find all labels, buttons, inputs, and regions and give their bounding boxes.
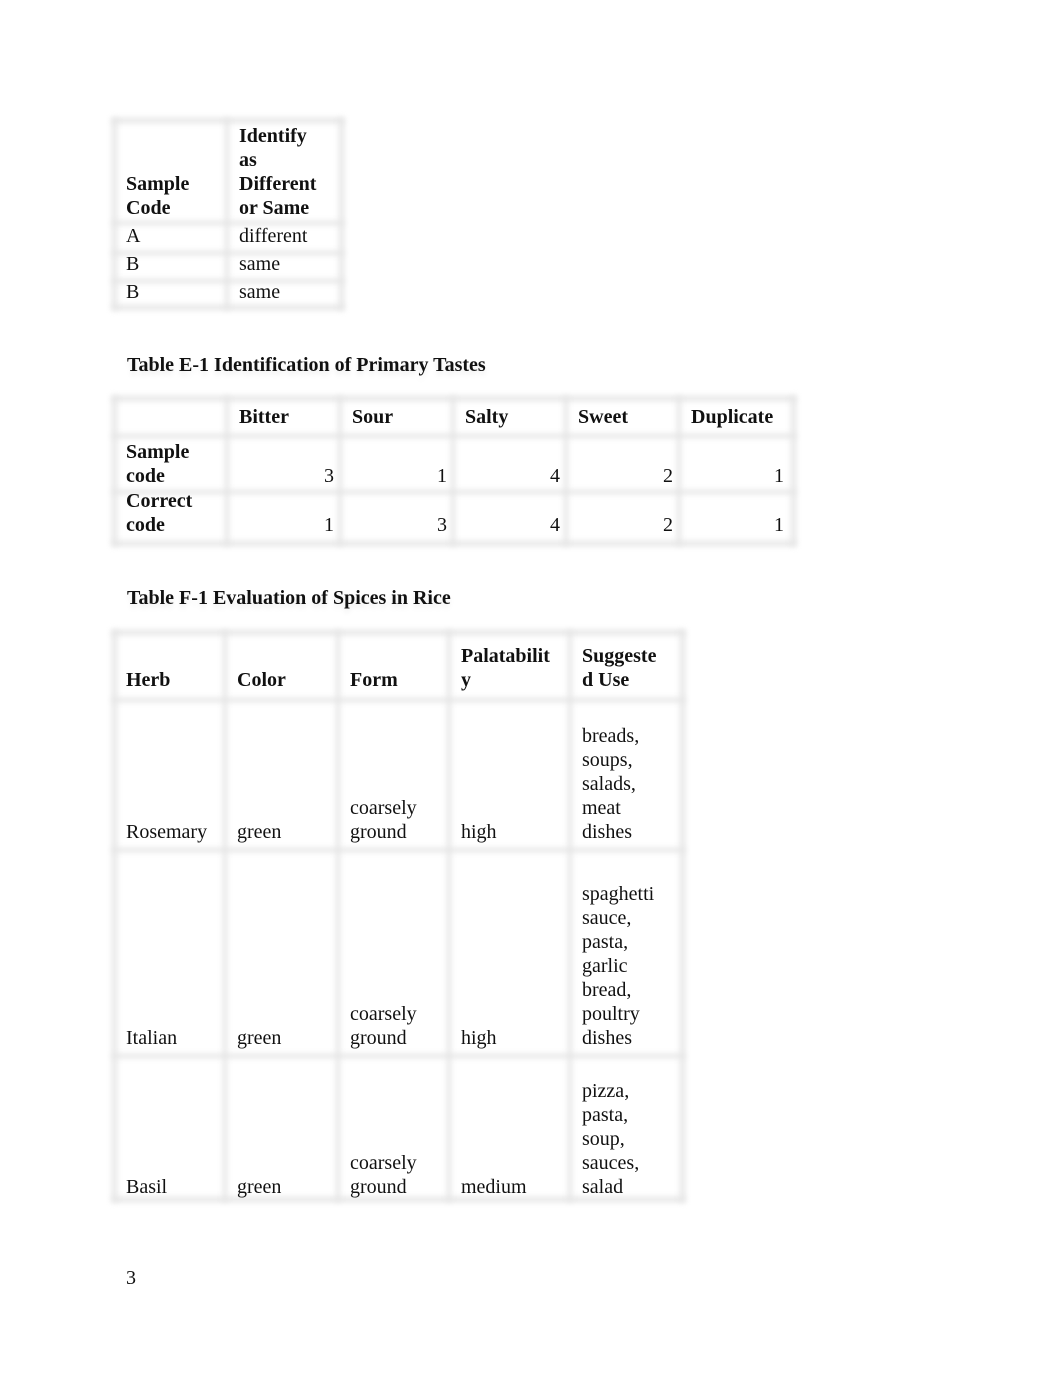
sour-value: 1 [437, 465, 447, 487]
sour-value: 3 [437, 514, 447, 536]
table-f-title: Table F-1 Evaluation of Spices in Rice [127, 587, 451, 609]
table-row: Sample code 3 1 4 2 1 [126, 440, 786, 488]
sweet-value: 2 [663, 465, 673, 487]
use-line: bread, [582, 979, 632, 1001]
header-line: Form [350, 669, 398, 691]
salty-value: 4 [550, 465, 560, 487]
identify-cell: same [239, 281, 281, 303]
form-line: coarsely [350, 1003, 417, 1025]
sample-code-cell: B [126, 281, 140, 303]
herb-cell: Italian [126, 1027, 178, 1049]
header-line: as [239, 149, 257, 171]
header-line: or Same [239, 197, 310, 219]
use-line: sauce, [582, 907, 632, 929]
use-line: garlic [582, 955, 628, 977]
header-line: Identify [239, 125, 307, 147]
use-line: soup, [582, 1128, 625, 1150]
duplicate-value: 1 [774, 514, 784, 536]
row-label: Correct code [126, 489, 192, 537]
form-line: coarsely [350, 797, 417, 819]
use-line: meat [582, 797, 621, 819]
header-line: Suggeste [582, 645, 657, 667]
herb-cell: Basil [126, 1176, 168, 1198]
header-identify: Identify as Different or Same [239, 124, 316, 220]
sweet-value: 2 [663, 514, 673, 536]
salty-value: 4 [550, 514, 560, 536]
table-row: Italian green coarsely ground high spagh… [126, 874, 686, 1050]
row-label-line: Correct [126, 490, 193, 512]
duplicate-value: 1 [774, 465, 784, 487]
header-sour: Sour [352, 406, 394, 428]
herb-cell: Rosemary [126, 821, 208, 843]
header-line: d Use [582, 669, 630, 691]
use-line: dishes [582, 821, 632, 843]
header-line: Different [239, 173, 317, 195]
color-cell: green [237, 1176, 282, 1198]
palatability-cell: medium [461, 1176, 527, 1198]
form-cell: coarsely ground [350, 1151, 417, 1199]
use-line: pasta, [582, 1104, 629, 1126]
color-cell: green [237, 821, 282, 843]
table-row: Basil green coarsely ground medium pizza… [126, 1074, 686, 1199]
use-line: spaghetti [582, 883, 655, 905]
header-line: Sample [126, 173, 190, 195]
row-label-line: code [126, 465, 165, 487]
table-e-title: Table E-1 Identification of Primary Tast… [127, 354, 486, 376]
palatability-cell: high [461, 1027, 497, 1049]
form-cell: coarsely ground [350, 1002, 417, 1050]
header-suggested-use: Suggeste d Use [582, 644, 656, 692]
header-line: y [461, 669, 471, 691]
header-sweet: Sweet [578, 406, 628, 428]
identify-cell: different [239, 225, 308, 247]
table-row: Correct code 1 3 4 2 1 [126, 489, 786, 537]
page-number: 3 [126, 1267, 136, 1289]
use-line: breads, [582, 725, 640, 747]
header-duplicate: Duplicate [691, 406, 774, 428]
header-form: Form [350, 668, 398, 692]
header-salty: Salty [465, 406, 509, 428]
table-f: Herb Color Form Palatabilit y Suggeste d… [126, 644, 686, 1204]
suggested-use-cell: breads, soups, salads, meat dishes [582, 724, 639, 844]
use-line: poultry [582, 1003, 640, 1025]
suggested-use-cell: pizza, pasta, soup, sauces, salad [582, 1079, 639, 1199]
table-row: Rosemary green coarsely ground high brea… [126, 720, 686, 844]
header-line: Herb [126, 669, 171, 691]
form-line: ground [350, 1176, 407, 1198]
header-line: Palatabilit [461, 645, 550, 667]
table-e: Bitter Sour Salty Sweet Duplicate Sample… [126, 405, 786, 545]
header-line: Color [237, 669, 286, 691]
form-line: coarsely [350, 1152, 417, 1174]
row-label: Sample code [126, 440, 189, 488]
use-line: pizza, [582, 1080, 630, 1102]
use-line: dishes [582, 1027, 632, 1049]
header-sample-code: Sample Code [126, 172, 189, 220]
use-line: salad [582, 1176, 624, 1198]
form-cell: coarsely ground [350, 796, 417, 844]
form-line: ground [350, 821, 407, 843]
header-bitter: Bitter [239, 406, 289, 428]
identify-cell: same [239, 253, 281, 275]
palatability-cell: high [461, 821, 497, 843]
header-line: Code [126, 197, 171, 219]
header-palatability: Palatabilit y [461, 644, 550, 692]
suggested-use-cell: spaghetti sauce, pasta, garlic bread, po… [582, 882, 654, 1050]
use-line: pasta, [582, 931, 629, 953]
use-line: soups, [582, 749, 633, 771]
row-label-line: code [126, 514, 165, 536]
form-line: ground [350, 1027, 407, 1049]
bitter-value: 1 [324, 514, 334, 536]
bitter-value: 3 [324, 465, 334, 487]
use-line: salads, [582, 773, 636, 795]
header-color: Color [237, 668, 286, 692]
sample-code-cell: B [126, 253, 140, 275]
header-herb: Herb [126, 668, 170, 692]
row-label-line: Sample [126, 441, 190, 463]
use-line: sauces, [582, 1152, 640, 1174]
sample-code-cell: A [126, 225, 141, 247]
color-cell: green [237, 1027, 282, 1049]
